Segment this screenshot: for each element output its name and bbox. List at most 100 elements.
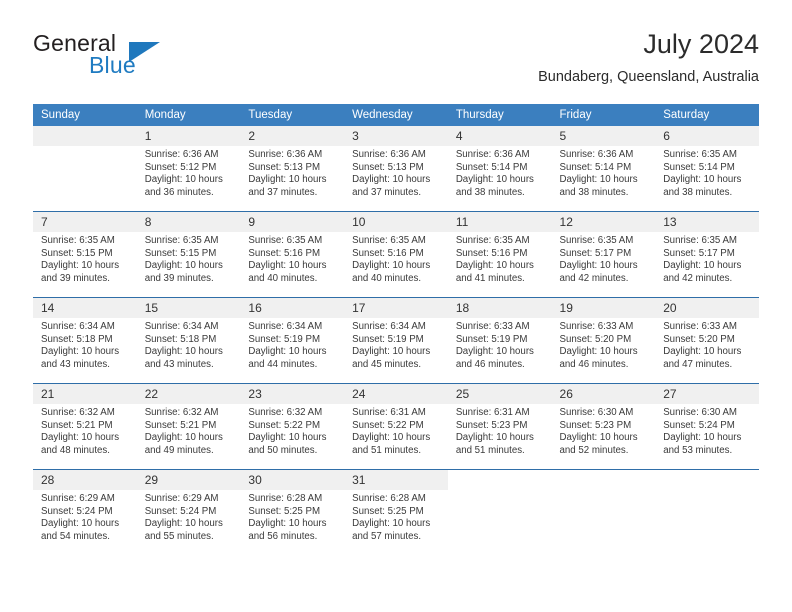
- day-cell-number[interactable]: 29: [136, 470, 241, 490]
- day-cell-number[interactable]: 28: [33, 470, 137, 490]
- daylight-line: Daylight: 10 hours: [663, 260, 742, 272]
- sunset-line: Sunset: 5:20 PM: [663, 333, 735, 345]
- daylight-line: Daylight: 10 hours: [352, 260, 431, 272]
- day-detail: Sunrise: 6:36 AM Sunset: 5:13 PM Dayligh…: [240, 146, 345, 210]
- day-cell-number[interactable]: 15: [136, 298, 241, 318]
- day-cell-number[interactable]: 8: [136, 212, 241, 232]
- day-cell-number[interactable]: 14: [33, 298, 137, 318]
- day-cell-number[interactable]: 25: [447, 384, 552, 404]
- day-detail: Sunrise: 6:35 AM Sunset: 5:16 PM Dayligh…: [240, 232, 345, 296]
- daylight-line-cont: and 37 minutes.: [352, 186, 422, 198]
- sunrise-line: Sunrise: 6:35 AM: [352, 235, 426, 246]
- calendar-header-row: Sunday Monday Tuesday Wednesday Thursday…: [33, 104, 759, 126]
- week-1-details: Sunrise: 6:36 AM Sunset: 5:12 PM Dayligh…: [33, 146, 759, 210]
- day-cell-number[interactable]: 2: [240, 126, 345, 146]
- daylight-line-cont: and 44 minutes.: [248, 358, 318, 370]
- sunrise-line: Sunrise: 6:36 AM: [455, 149, 530, 160]
- day-cell-number[interactable]: 9: [240, 212, 345, 232]
- daylight-line-cont: and 56 minutes.: [248, 530, 318, 542]
- brand-logo[interactable]: General Blue: [33, 30, 273, 86]
- week-5-daynumbers: 28 29 30 31: [33, 470, 759, 490]
- daylight-line-cont: and 40 minutes.: [248, 272, 318, 284]
- sunset-line: Sunset: 5:17 PM: [663, 247, 735, 259]
- weekday-header-friday: Friday: [551, 104, 656, 126]
- sunset-line: Sunset: 5:13 PM: [248, 161, 321, 173]
- daylight-line: Daylight: 10 hours: [248, 432, 327, 444]
- daylight-line: Daylight: 10 hours: [352, 432, 431, 444]
- daylight-line-cont: and 37 minutes.: [248, 186, 318, 198]
- daylight-line-cont: and 57 minutes.: [352, 530, 422, 542]
- daylight-line-cont: and 41 minutes.: [455, 272, 525, 284]
- daylight-line-cont: and 45 minutes.: [352, 358, 422, 370]
- sunset-line: Sunset: 5:15 PM: [144, 247, 217, 259]
- sunset-line: Sunset: 5:25 PM: [352, 505, 424, 517]
- sunset-line: Sunset: 5:17 PM: [559, 247, 632, 259]
- day-cell-number[interactable]: 19: [551, 298, 656, 318]
- week-3-daynumbers: 14 15 16 17 18 19 20: [33, 298, 759, 318]
- daylight-line: Daylight: 10 hours: [144, 432, 223, 444]
- day-cell-number[interactable]: 7: [33, 212, 137, 232]
- sunrise-line: Sunrise: 6:35 AM: [559, 235, 634, 246]
- day-cell-number[interactable]: 31: [344, 470, 448, 490]
- day-cell-number[interactable]: 4: [447, 126, 552, 146]
- day-detail: Sunrise: 6:35 AM Sunset: 5:16 PM Dayligh…: [344, 232, 448, 296]
- daylight-line: Daylight: 10 hours: [352, 346, 431, 358]
- sunrise-line: Sunrise: 6:36 AM: [144, 149, 219, 160]
- daylight-line: Daylight: 10 hours: [144, 518, 223, 530]
- day-cell-number[interactable]: 21: [33, 384, 137, 404]
- day-cell-number[interactable]: 20: [655, 298, 759, 318]
- sunrise-line: Sunrise: 6:34 AM: [352, 321, 426, 332]
- daylight-line: Daylight: 10 hours: [41, 432, 120, 444]
- week-5-details: Sunrise: 6:29 AM Sunset: 5:24 PM Dayligh…: [33, 490, 759, 554]
- sunrise-line: Sunrise: 6:36 AM: [248, 149, 323, 160]
- day-cell-number[interactable]: 17: [344, 298, 448, 318]
- calendar-table: Sunday Monday Tuesday Wednesday Thursday…: [33, 104, 759, 554]
- day-cell-number[interactable]: 30: [240, 470, 345, 490]
- sunrise-line: Sunrise: 6:33 AM: [663, 321, 737, 332]
- daylight-line: Daylight: 10 hours: [248, 518, 327, 530]
- daylight-line: Daylight: 10 hours: [248, 346, 327, 358]
- weekday-header-saturday: Saturday: [655, 104, 759, 126]
- day-detail: Sunrise: 6:30 AM Sunset: 5:23 PM Dayligh…: [551, 404, 656, 468]
- page-title: July 2024: [643, 29, 759, 59]
- daylight-line: Daylight: 10 hours: [352, 174, 431, 186]
- day-cell-number[interactable]: 13: [655, 212, 759, 232]
- day-detail: Sunrise: 6:33 AM Sunset: 5:19 PM Dayligh…: [447, 318, 552, 382]
- daylight-line-cont: and 51 minutes.: [352, 444, 422, 456]
- day-cell-number[interactable]: 6: [655, 126, 759, 146]
- day-detail-empty: [655, 490, 759, 554]
- sunrise-line: Sunrise: 6:29 AM: [144, 493, 219, 504]
- weekday-header-wednesday: Wednesday: [344, 104, 448, 126]
- daylight-line-cont: and 48 minutes.: [41, 444, 110, 456]
- day-cell-number[interactable]: 12: [551, 212, 656, 232]
- daylight-line: Daylight: 10 hours: [41, 346, 120, 358]
- daylight-line: Daylight: 10 hours: [455, 432, 534, 444]
- brand-name-secondary: Blue: [89, 52, 136, 78]
- day-cell-number[interactable]: 1: [136, 126, 241, 146]
- sunset-line: Sunset: 5:24 PM: [663, 419, 735, 431]
- day-cell-number[interactable]: 16: [240, 298, 345, 318]
- day-cell-number[interactable]: 11: [447, 212, 552, 232]
- day-detail: Sunrise: 6:32 AM Sunset: 5:21 PM Dayligh…: [33, 404, 137, 468]
- day-cell-number[interactable]: 10: [344, 212, 448, 232]
- sunrise-line: Sunrise: 6:35 AM: [455, 235, 530, 246]
- day-detail: Sunrise: 6:36 AM Sunset: 5:13 PM Dayligh…: [344, 146, 448, 210]
- daylight-line-cont: and 52 minutes.: [559, 444, 629, 456]
- day-cell-number[interactable]: 27: [655, 384, 759, 404]
- daylight-line-cont: and 43 minutes.: [144, 358, 214, 370]
- day-detail: Sunrise: 6:32 AM Sunset: 5:21 PM Dayligh…: [136, 404, 241, 468]
- day-cell-number[interactable]: 24: [344, 384, 448, 404]
- daylight-line-cont: and 39 minutes.: [144, 272, 214, 284]
- daylight-line-cont: and 51 minutes.: [455, 444, 525, 456]
- sunrise-line: Sunrise: 6:29 AM: [41, 493, 115, 504]
- day-cell-number[interactable]: 22: [136, 384, 241, 404]
- daylight-line: Daylight: 10 hours: [559, 346, 638, 358]
- sunset-line: Sunset: 5:12 PM: [144, 161, 217, 173]
- day-cell-number[interactable]: 18: [447, 298, 552, 318]
- day-cell-number[interactable]: 3: [344, 126, 448, 146]
- daylight-line: Daylight: 10 hours: [663, 174, 742, 186]
- day-cell-number[interactable]: 23: [240, 384, 345, 404]
- day-cell-number[interactable]: 26: [551, 384, 656, 404]
- day-cell-number[interactable]: 5: [551, 126, 656, 146]
- day-detail: Sunrise: 6:31 AM Sunset: 5:23 PM Dayligh…: [447, 404, 552, 468]
